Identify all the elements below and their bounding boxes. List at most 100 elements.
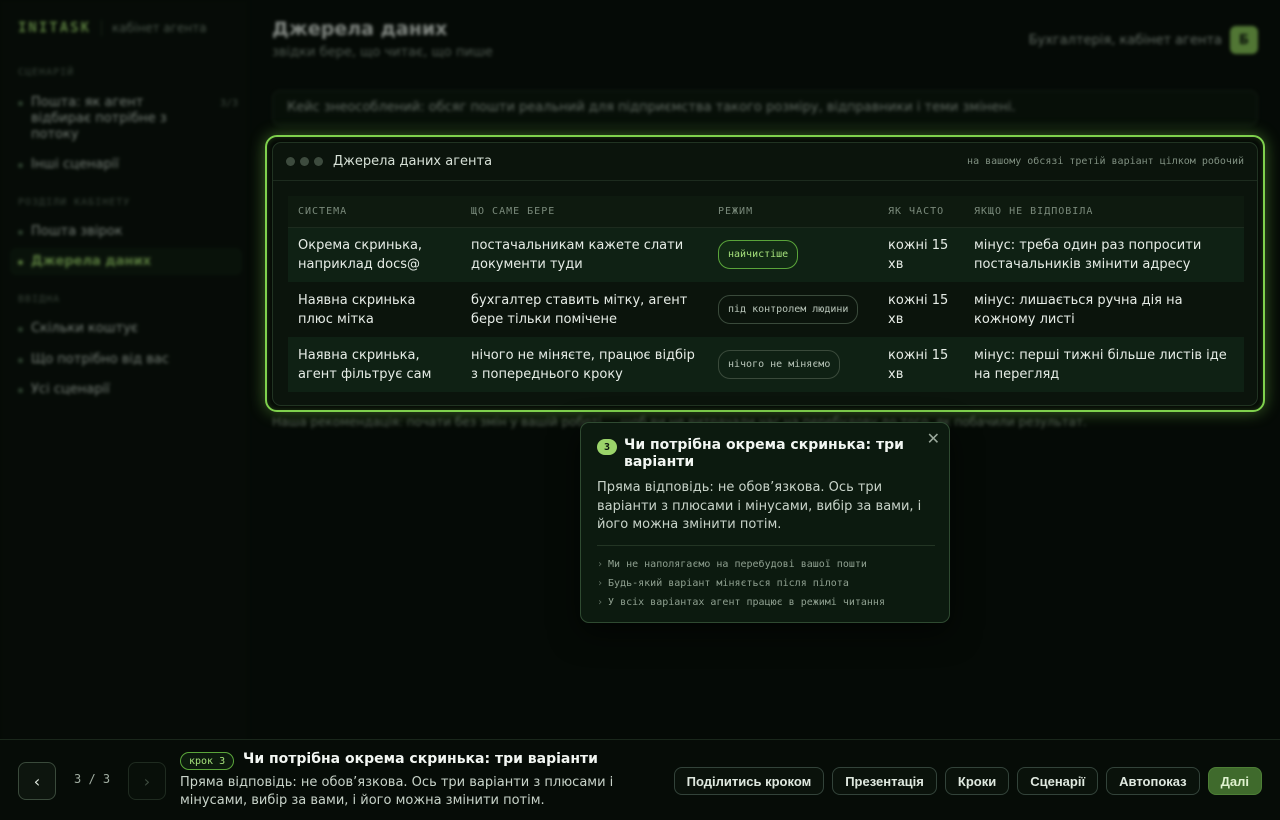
cell-frequency: кожні 15 хв — [878, 337, 964, 392]
column-header-system: СИСТЕМА — [288, 196, 461, 228]
steps-button[interactable]: Кроки — [944, 767, 1010, 795]
sidebar-item-label: Що потрібно від вас — [31, 352, 169, 367]
popover-title: Чи потрібна окрема скринька: три варіант… — [624, 437, 904, 470]
step-popover: ✕ 3 Чи потрібна окрема скринька: три вар… — [580, 422, 950, 623]
account-name: Бухгалтерія, кабінет агента — [1028, 32, 1222, 48]
brand: INITASK кабінет агента — [18, 20, 207, 36]
share-step-button[interactable]: Поділитись кроком — [673, 767, 825, 795]
avatar[interactable]: Б — [1230, 26, 1258, 54]
column-header-fallback: ЯКЩО НЕ ВІДПОВІЛА — [964, 196, 1244, 228]
cell-takes: постачальникам кажете слати документи ту… — [461, 227, 708, 282]
cell-takes: нічого не міняєте, працює відбір з попер… — [461, 337, 708, 392]
column-header-mode: РЕЖИМ — [708, 196, 878, 228]
sidebar-item-mail-scenario[interactable]: Пошта: як агент відбирає потрібне з пото… — [18, 95, 238, 143]
list-item: › Ми не наполягаємо на перебудові вашої п… — [597, 555, 885, 574]
step-title: Чи потрібна окрема скринька: три варіант… — [243, 751, 598, 767]
column-header-takes: ЩО САМЕ БЕРЕ — [461, 196, 708, 228]
tour-bar: ‹ 3 / 3 › крок 3 Чи потрібна окрема скри… — [0, 739, 1280, 820]
list-item: › Будь-який варіант міняється після пілот… — [597, 574, 885, 593]
step-counter: 3 / 3 — [74, 772, 111, 786]
chevron-right-icon: › — [143, 771, 151, 791]
bullet-icon — [18, 327, 23, 332]
scenarios-button[interactable]: Сценарії — [1017, 767, 1099, 795]
next-button[interactable]: Далі — [1207, 767, 1262, 795]
sidebar-item-other-scenarios[interactable]: Інші сценарії — [18, 157, 238, 172]
table-row: Наявна скринька, агент фільтрує сам нічо… — [288, 337, 1244, 392]
sidebar-section-cabinet: РОЗДІЛИ КАБІНЕТУ — [18, 197, 131, 208]
list-item: › У всіх варіантах агент працює в режимі … — [597, 593, 885, 612]
brand-subtitle: кабінет агента — [112, 21, 207, 35]
step-text: Пряма відповідь: не обов’язкова. Ось три… — [180, 775, 614, 808]
point-text: Будь-який варіант міняється після пілота — [608, 578, 849, 589]
page-subtitle: звідки бере, що читає, що пише — [272, 45, 493, 60]
table-header-row: СИСТЕМА ЩО САМЕ БЕРЕ РЕЖИМ ЯК ЧАСТО ЯКЩО… — [288, 196, 1244, 228]
sidebar-item-label: Усі сценарії — [31, 382, 110, 397]
bullet-icon — [18, 163, 23, 168]
sidebar-section-intro: ВВІДНА — [18, 294, 61, 305]
sidebar-item-cost[interactable]: Скільки коштує — [18, 321, 238, 336]
sidebar-item-count: 3/3 — [219, 98, 238, 109]
cell-fallback: мінус: лишається ручна дія на кожному ли… — [974, 292, 1183, 327]
mode-badge: найчистіше — [718, 240, 799, 270]
autoplay-button[interactable]: Автопоказ — [1106, 767, 1200, 795]
point-text: У всіх варіантах агент працює в режимі ч… — [608, 597, 885, 608]
cell-system: Окрема скринька, наприклад docs@ — [288, 227, 461, 282]
popover-text: Пряма відповідь: не обов’язкова. Ось три… — [597, 480, 922, 532]
step-badge: крок 3 — [180, 752, 235, 770]
sidebar-item-all-scenarios[interactable]: Усі сценарії — [18, 382, 238, 397]
point-text: Ми не наполягаємо на перебудові вашої по… — [608, 559, 867, 570]
cell-mode: нічого не міняємо — [708, 337, 878, 392]
step-number-badge: 3 — [597, 439, 617, 455]
bullet-icon — [18, 101, 23, 106]
sidebar-item-reconciliation-mail[interactable]: Пошта звірок — [18, 224, 238, 239]
sidebar-item-label: Джерела даних — [31, 254, 152, 269]
card-title: Джерела даних агента — [333, 154, 493, 169]
cell-fallback: мінус: треба один раз попросити постачал… — [964, 227, 1244, 282]
cell-fallback: мінус: перші тижні більше листів іде на … — [964, 337, 1244, 392]
card-header: Джерела даних агента на вашому обсязі тр… — [273, 143, 1257, 181]
brand-divider — [101, 20, 103, 36]
window-dots-icon — [286, 157, 323, 166]
account-menu[interactable]: Бухгалтерія, кабінет агента Б — [1029, 26, 1258, 54]
cell-frequency: кожні 15 хв — [878, 227, 964, 282]
sidebar-item-label: Пошта звірок — [31, 224, 123, 239]
next-step-arrow-button[interactable]: › — [128, 762, 166, 800]
bullet-icon — [18, 260, 23, 265]
mode-badge: під контролем людини — [718, 295, 859, 324]
popover-points: › Ми не наполягаємо на перебудові вашої п… — [597, 555, 885, 612]
sidebar-item-label: Інші сценарії — [31, 157, 119, 172]
prev-step-button[interactable]: ‹ — [18, 762, 56, 800]
sidebar-item-data-sources[interactable]: Джерела даних — [10, 248, 242, 275]
close-icon[interactable]: ✕ — [927, 429, 940, 448]
chevron-right-icon: › — [597, 578, 604, 589]
cell-system: Наявна скринька, агент фільтрує сам — [288, 337, 461, 392]
bullet-icon — [18, 230, 23, 235]
cell-takes: бухгалтер ставить мітку, агент бере тіль… — [471, 292, 688, 327]
bullet-icon — [18, 358, 23, 363]
cell-mode: під контролем людини — [708, 282, 878, 337]
data-sources-card: Джерела даних агента на вашому обсязі тр… — [272, 142, 1258, 406]
anonymized-notice: Кейс знеособлений: обсяг пошти реальний … — [272, 90, 1258, 126]
sidebar-item-label: Скільки коштує — [31, 321, 139, 336]
brand-name: INITASK — [18, 20, 92, 36]
table-row: Наявна скринька плюс мітка бухгалтер ста… — [288, 282, 1244, 337]
sidebar-item-label: Пошта: як агент відбирає потрібне з пото… — [31, 95, 167, 142]
table-row: Окрема скринька, наприклад docs@ постача… — [288, 227, 1244, 282]
sidebar-section-scenario: СЦЕНАРІЙ — [18, 67, 75, 78]
card-note: на вашому обсязі третій варіант цілком р… — [967, 156, 1244, 167]
page-title: Джерела даних — [272, 18, 448, 40]
column-header-frequency: ЯК ЧАСТО — [878, 196, 964, 228]
cell-frequency: кожні 15 хв — [888, 292, 949, 327]
chevron-left-icon: ‹ — [33, 771, 41, 791]
sidebar-item-requirements[interactable]: Що потрібно від вас — [18, 352, 238, 367]
mode-badge: нічого не міняємо — [718, 350, 841, 379]
popover-divider — [597, 545, 935, 546]
bullet-icon — [18, 388, 23, 393]
tour-actions: Поділитись кроком Презентація Кроки Сцен… — [673, 767, 1262, 795]
presentation-button[interactable]: Презентація — [832, 767, 937, 795]
cell-system: Наявна скринька плюс мітка — [298, 292, 416, 327]
chevron-right-icon: › — [597, 559, 604, 570]
cell-mode: найчистіше — [708, 227, 878, 282]
data-sources-table: СИСТЕМА ЩО САМЕ БЕРЕ РЕЖИМ ЯК ЧАСТО ЯКЩО… — [288, 196, 1244, 392]
chevron-right-icon: › — [597, 597, 604, 608]
